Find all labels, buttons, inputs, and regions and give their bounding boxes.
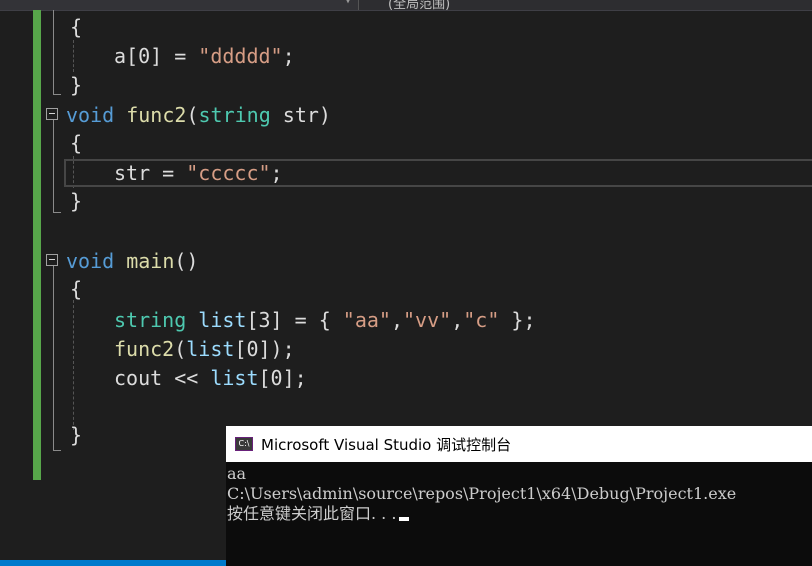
keyword: void [66,103,115,127]
variable: list [186,337,235,361]
console-title-bar[interactable]: C:\ Microsoft Visual Studio 调试控制台 [226,426,812,462]
code-line: { [70,14,82,40]
string-literal: "ddddd" [198,44,283,68]
string-literal: "ccccc" [186,161,271,185]
brace: } [70,73,83,97]
console-title: Microsoft Visual Studio 调试控制台 [261,436,512,454]
scope-dropdown[interactable]: (全局范围) [388,0,450,12]
code-line: { [70,276,82,302]
punct: ; [270,161,283,185]
console-line: 按任意键关闭此窗口. . . [227,504,410,524]
statement: str = "ccccc"; [114,161,283,185]
console-line: aa [227,464,247,483]
code-line: cout << list[0]; [114,365,307,391]
code-line: } [70,422,82,448]
operator: << [162,366,211,390]
string-literal: "aa" [342,308,391,332]
dropdown-arrow-icon[interactable]: ▾ [345,0,351,7]
statement-head: a[0] = [114,44,199,68]
outline-line [53,120,54,212]
string-literal: "c" [463,308,500,332]
brace: { [70,131,83,155]
indent-guide [73,40,74,72]
function-name: main [126,249,175,273]
code-line: } [70,188,82,214]
punct: }; [499,308,536,332]
code-line: str = "ccccc"; [114,160,283,186]
code-line: } [70,72,82,98]
punct: [3] = { [246,308,343,332]
punct: ( [174,337,187,361]
status-bar [0,560,228,566]
code-line: a[0] = "ddddd"; [114,43,295,69]
outline-end [53,212,61,213]
string-literal: "vv" [403,308,452,332]
code-line: { [70,130,82,156]
debug-console-window[interactable]: C:\ Microsoft Visual Studio 调试控制台 aa C:\… [226,426,812,566]
collapse-main-icon[interactable] [46,254,58,266]
change-tracking-bar [33,10,41,480]
brace: } [70,423,83,447]
statement: a[0] = "ddddd"; [114,44,295,68]
type-name: string [198,103,271,127]
outline-line [53,10,54,94]
statement-head: str = [114,161,187,185]
punct: ) [318,103,331,127]
code-line: void main() [66,248,198,274]
editor-top-bar: ▾ (全局范围) [0,0,812,12]
indent-guide [73,300,74,430]
identifier: cout [114,366,163,390]
console-line: C:\Users\admin\source\repos\Project1\x64… [227,484,737,503]
outline-line [53,266,54,450]
code-line: func2(list[0]); [114,336,295,362]
punct: [0]; [258,366,307,390]
brace: } [70,189,83,213]
function-name: func2 [126,103,187,127]
punct: ( [186,103,199,127]
param-name: str [282,103,319,127]
code-line: string list[3] = { "aa","vv","c" }; [114,307,535,333]
brace: { [70,15,83,39]
console-app-icon: C:\ [235,437,253,451]
console-prompt-text: 按任意键关闭此窗口. . . [227,504,397,523]
punct: [0]); [234,337,295,361]
outline-end [53,450,61,451]
function-name: func2 [114,337,175,361]
outline-end [53,94,61,95]
brace: { [70,277,83,301]
text-cursor-icon [399,517,410,521]
punct: ; [282,44,295,68]
member-dropdown[interactable]: ▾ [0,0,359,10]
keyword: void [66,249,115,273]
punct: () [174,249,199,273]
variable: list [210,366,259,390]
variable: list [198,308,247,332]
code-line: void func2(string str) [66,102,331,128]
type-name: string [114,308,187,332]
punct: , [451,308,464,332]
collapse-func2-icon[interactable] [46,108,58,120]
punct: , [390,308,404,332]
